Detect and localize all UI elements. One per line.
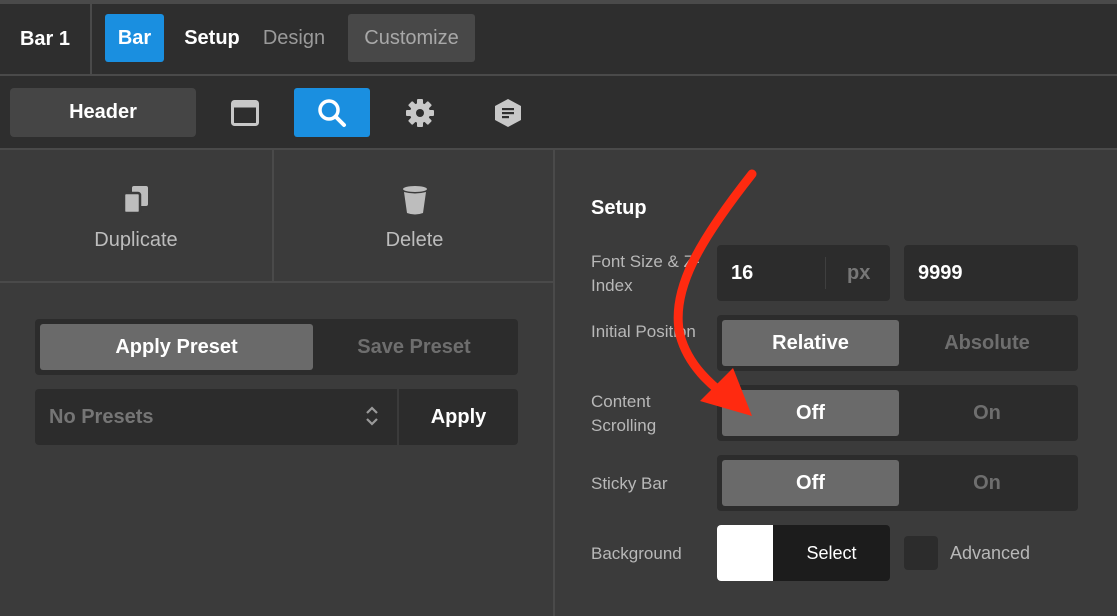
sticky-bar-label: Sticky Bar	[591, 474, 668, 493]
divider	[0, 281, 553, 283]
setup-panel: Setup Font Size & Z-Index 16 px 9999 Ini…	[555, 150, 1117, 616]
tab-customize[interactable]: Customize	[348, 14, 475, 62]
header-section-button[interactable]: Header	[10, 88, 196, 137]
font-size-label: Font Size & Z-Index	[591, 252, 700, 295]
content-scrolling-label: Content Scrolling	[591, 392, 657, 435]
content-scrolling-on-option[interactable]: On	[901, 390, 1073, 436]
delete-label: Delete	[385, 228, 444, 251]
preset-select-value: No Presets	[49, 405, 154, 428]
duplicate-button[interactable]: Duplicate	[0, 150, 274, 282]
background-label: Background	[591, 544, 682, 563]
sticky-bar-off-option[interactable]: Off	[722, 460, 899, 506]
content-scrolling-toggle: Off On	[717, 385, 1078, 441]
content-scrolling-off-option[interactable]: Off	[722, 390, 899, 436]
apply-button[interactable]: Apply	[399, 389, 518, 445]
apply-preset-option[interactable]: Apply Preset	[40, 324, 313, 370]
search-icon	[318, 98, 346, 127]
preset-mode-toggle: Apply Preset Save Preset	[35, 319, 518, 375]
window-icon-button[interactable]	[207, 88, 283, 137]
z-index-input[interactable]: 9999	[904, 245, 1078, 301]
sticky-bar-toggle: Off On	[717, 455, 1078, 511]
save-preset-option[interactable]: Save Preset	[315, 324, 513, 370]
preset-select[interactable]: No Presets	[35, 389, 397, 445]
gear-icon-button[interactable]	[382, 88, 458, 137]
trash-icon	[402, 185, 427, 214]
window-icon	[231, 99, 259, 126]
section-toolbar: Header	[0, 76, 1117, 150]
font-size-unit: px	[847, 261, 871, 284]
sticky-bar-on-option[interactable]: On	[901, 460, 1073, 506]
relative-option[interactable]: Relative	[722, 320, 899, 366]
duplicate-icon	[122, 185, 148, 214]
initial-position-toggle: Relative Absolute	[717, 315, 1078, 371]
tab-bar[interactable]: Bar	[105, 14, 164, 62]
background-color-picker[interactable]: Select	[717, 525, 890, 581]
delete-button[interactable]: Delete	[276, 150, 553, 282]
bar-name: Bar 1	[0, 4, 92, 74]
chevron-up-down-icon	[366, 406, 378, 426]
initial-position-label: Initial Position	[591, 322, 696, 341]
font-size-input[interactable]: 16 px	[717, 245, 890, 301]
advanced-checkbox[interactable]	[904, 536, 938, 570]
tab-setup[interactable]: Setup	[176, 14, 248, 62]
search-icon-button[interactable]	[294, 88, 370, 137]
duplicate-label: Duplicate	[94, 228, 178, 251]
advanced-label: Advanced	[950, 543, 1031, 563]
setup-title: Setup	[591, 197, 647, 219]
font-size-value: 16	[731, 261, 754, 284]
background-select-label: Select	[806, 542, 857, 563]
hexagon-note-icon	[495, 98, 521, 127]
background-color-swatch	[717, 525, 773, 581]
hexagon-note-icon-button[interactable]	[470, 88, 546, 137]
absolute-option[interactable]: Absolute	[901, 320, 1073, 366]
input-separator	[825, 257, 826, 289]
gear-icon	[406, 98, 434, 127]
tab-design[interactable]: Design	[256, 14, 332, 62]
left-panel: Duplicate Delete Apply Preset Save Prese…	[0, 150, 553, 616]
top-tab-bar: Bar 1 Bar Setup Design Customize	[0, 0, 1117, 76]
